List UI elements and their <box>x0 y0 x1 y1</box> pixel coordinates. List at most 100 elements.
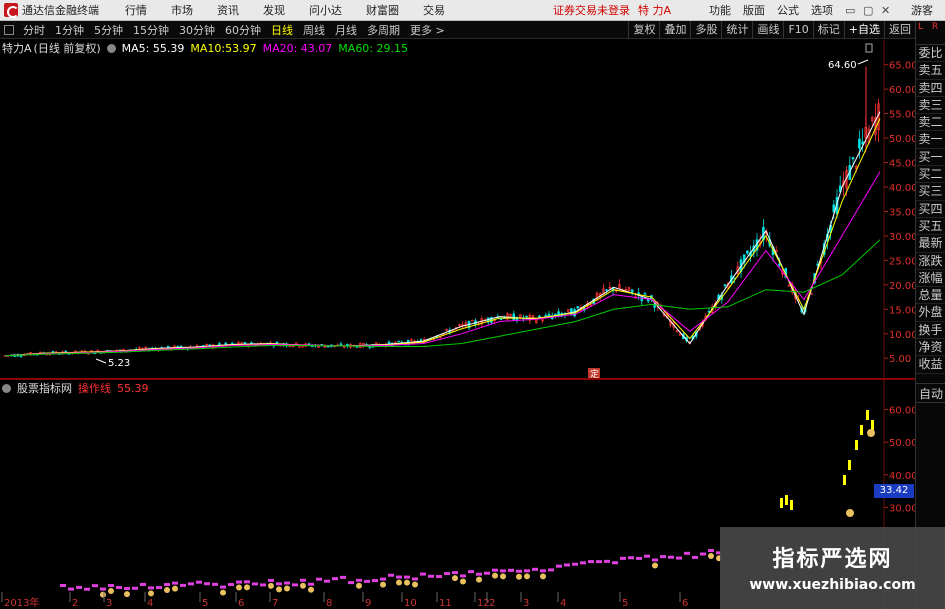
indicator-bar <box>516 569 522 573</box>
menu-formula[interactable]: 公式 <box>771 2 805 18</box>
tool-add-favorite[interactable]: +自选 <box>843 21 884 39</box>
indicator-bar <box>292 583 298 587</box>
candle-body <box>368 346 372 348</box>
tool-draw[interactable]: 画线 <box>752 21 783 39</box>
indicator-bar <box>484 571 490 575</box>
indicator-dot <box>164 587 170 594</box>
indicator-dot <box>108 587 114 594</box>
side-panel-item[interactable]: 总量 <box>916 287 945 305</box>
side-panel-item[interactable]: 收益 <box>916 356 945 374</box>
candle-body <box>470 319 474 322</box>
login-warning[interactable]: 证券交易未登录 <box>553 2 630 18</box>
menu-item-markets[interactable]: 市场 <box>159 2 205 18</box>
indicator-bar <box>148 586 154 590</box>
tab-multi-period[interactable]: 多周期 <box>362 22 405 38</box>
side-panel-header[interactable]: L R <box>916 21 945 45</box>
menu-layout[interactable]: 版面 <box>737 2 771 18</box>
tab-daily[interactable]: 日线 <box>266 22 298 38</box>
tool-adjust[interactable]: 复权 <box>628 21 659 39</box>
menu-item-trade[interactable]: 交易 <box>411 2 457 18</box>
kline-main-chart[interactable]: 65.00 60.00 55.00 50.00 45.00 40.00 35.00 30.00… <box>0 40 915 378</box>
side-panel-item[interactable]: 卖一 <box>916 131 945 149</box>
minimize-icon[interactable]: ▭ <box>839 4 857 17</box>
indicator-bar <box>500 569 506 573</box>
indicator-dot <box>172 585 178 592</box>
indicator-bar <box>332 577 338 581</box>
menu-item-news[interactable]: 资讯 <box>205 2 251 18</box>
indicator-dot <box>244 584 250 591</box>
x-tick-label: 9 <box>365 598 371 609</box>
side-panel-item[interactable]: 买四 <box>916 201 945 218</box>
side-panel-item[interactable]: 卖二 <box>916 114 945 132</box>
low-pointer <box>95 358 107 364</box>
side-panel-item[interactable]: 卖四 <box>916 80 945 97</box>
indicator-bar <box>76 585 82 589</box>
indicator-bar <box>140 582 146 586</box>
indicator-dot <box>708 553 714 560</box>
x-tick-label: 2 <box>489 598 495 609</box>
candle-body <box>576 306 580 309</box>
side-panel-item[interactable]: 外盘 <box>916 304 945 322</box>
tab-60min[interactable]: 60分钟 <box>220 22 266 38</box>
indicator-bar <box>196 580 202 584</box>
indicator-bar <box>252 582 258 586</box>
menu-item-wealth[interactable]: 财富圈 <box>354 2 411 18</box>
indicator-bar <box>124 587 130 591</box>
guest-user[interactable]: 游客 <box>905 2 939 18</box>
y-tick-label: 25.00 <box>889 256 915 267</box>
tab-intraday[interactable]: 分时 <box>18 22 50 38</box>
menu-item-assistant[interactable]: 问小达 <box>297 2 354 18</box>
side-panel-item[interactable]: 净资 <box>916 339 945 357</box>
x-tick-label: 8 <box>326 598 332 609</box>
indicator-bar <box>588 560 594 564</box>
indicator-bar <box>404 575 410 579</box>
menu-item-discover[interactable]: 发现 <box>251 2 297 18</box>
indicator-bar <box>564 563 570 567</box>
side-panel-item[interactable]: 涨跌 <box>916 253 945 270</box>
side-panel-item[interactable]: 换手 <box>916 322 945 340</box>
indicator-bar <box>324 579 330 583</box>
indicator-bar <box>468 570 474 574</box>
side-panel-item[interactable]: 最新 <box>916 235 945 253</box>
close-icon[interactable]: ✕ <box>875 4 893 17</box>
side-panel-item[interactable]: 委比 <box>916 45 945 63</box>
tool-overlay[interactable]: 叠加 <box>659 21 690 39</box>
tab-weekly[interactable]: 周线 <box>298 22 330 38</box>
tool-f10[interactable]: F10 <box>783 21 812 39</box>
tab-15min[interactable]: 15分钟 <box>128 22 174 38</box>
indicator-bar <box>636 556 642 560</box>
side-panel-r[interactable]: R <box>932 22 938 32</box>
tab-more[interactable]: 更多 > <box>405 22 450 38</box>
side-panel-l[interactable]: L <box>918 22 923 32</box>
indicator-dot <box>276 586 282 593</box>
side-panel-item[interactable]: 买二 <box>916 166 945 184</box>
tool-mark[interactable]: 标记 <box>812 21 844 39</box>
tool-back[interactable]: 返回 <box>884 21 915 39</box>
tool-stats[interactable]: 统计 <box>721 21 752 39</box>
title-right: 功能 版面 公式 选项 ▭ ▢ ✕ 游客 <box>703 0 945 20</box>
indicator-bar <box>476 572 482 576</box>
side-panel-item[interactable]: 卖五 <box>916 62 945 80</box>
side-panel-item[interactable]: 涨幅 <box>916 270 945 288</box>
menu-item-market[interactable]: 行情 <box>113 2 159 18</box>
side-panel-item[interactable]: 买五 <box>916 218 945 236</box>
indicator-bar <box>316 577 322 581</box>
auto-button[interactable]: 自动 <box>916 383 945 403</box>
menu-options[interactable]: 选项 <box>805 2 839 18</box>
candle-body <box>525 315 528 318</box>
candle-body <box>640 296 644 302</box>
tab-1min[interactable]: 1分钟 <box>50 22 89 38</box>
tool-multi-stock[interactable]: 多股 <box>690 21 721 39</box>
side-panel-item[interactable]: 卖三 <box>916 97 945 115</box>
tab-30min[interactable]: 30分钟 <box>174 22 220 38</box>
indicator-bar <box>428 574 434 578</box>
menu-function[interactable]: 功能 <box>703 2 737 18</box>
side-panel-item[interactable]: 买三 <box>916 183 945 201</box>
tab-5min[interactable]: 5分钟 <box>89 22 128 38</box>
restore-icon[interactable]: ▢ <box>857 4 875 17</box>
toolbar-square-icon[interactable] <box>4 24 14 35</box>
y-tick-label: 60.00 <box>889 85 915 96</box>
tab-monthly[interactable]: 月线 <box>330 22 362 38</box>
side-panel-item[interactable]: 买一 <box>916 149 945 167</box>
ma-line-ma10 <box>4 118 881 357</box>
